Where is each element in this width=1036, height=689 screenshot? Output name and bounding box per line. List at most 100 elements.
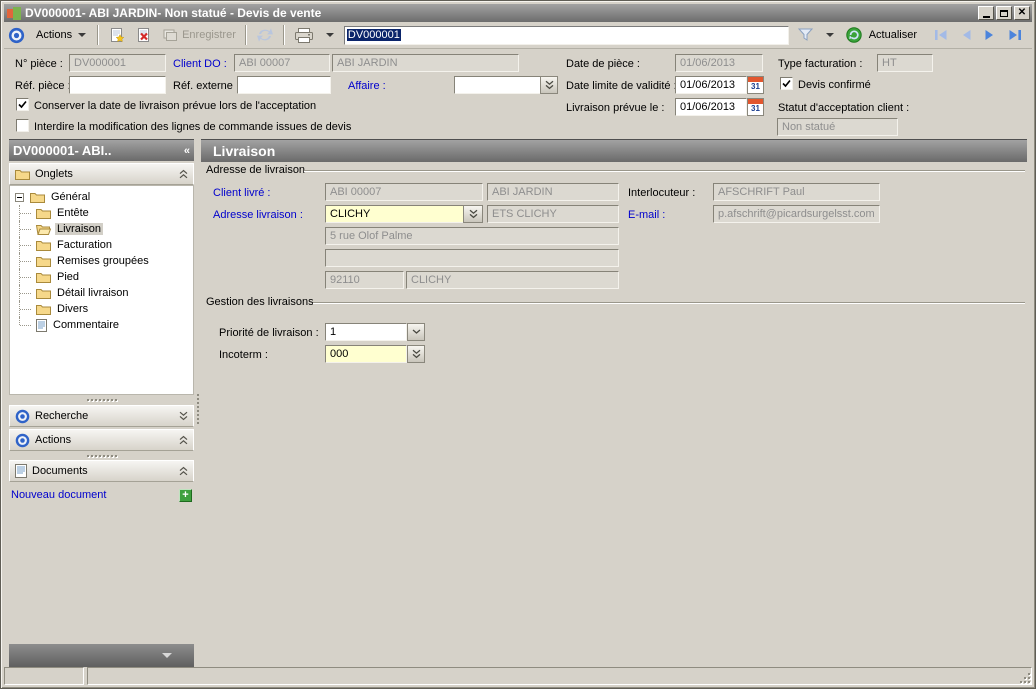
folder-icon (36, 287, 51, 299)
add-document-button[interactable]: + (179, 489, 192, 502)
print-options-button[interactable] (319, 26, 341, 44)
sidebar-collapsed-bar[interactable] (9, 644, 194, 667)
devis-confirme-checkbox[interactable] (780, 77, 793, 90)
ref-piece-label: Réf. pièce : (15, 80, 71, 92)
close-button[interactable]: ✕ (1014, 6, 1030, 20)
incoterm-lookup-button[interactable] (407, 345, 425, 363)
first-record-icon (933, 28, 949, 42)
tree-item-divers[interactable]: Divers (12, 301, 191, 317)
sidebar-splitter-handle[interactable] (9, 453, 194, 459)
bullseye-icon (8, 27, 25, 44)
new-document-button[interactable] (103, 24, 130, 46)
panel-actions[interactable]: Actions (9, 429, 194, 451)
livraison-prevue-calendar-button[interactable]: 31 (747, 98, 764, 116)
panel-recherche[interactable]: Recherche (9, 405, 194, 427)
printer-icon (294, 27, 314, 44)
tree-item-label: Divers (55, 303, 90, 315)
ref-piece-field[interactable] (69, 76, 166, 94)
panel-documents-label: Documents (32, 465, 88, 477)
affaire-lookup-button[interactable] (540, 76, 558, 94)
folder-icon (15, 168, 30, 180)
priorite-label: Priorité de livraison : (219, 327, 319, 339)
section-divider (304, 170, 1025, 172)
panel-onglets[interactable]: Onglets (9, 163, 194, 185)
panel-documents[interactable]: Documents (9, 460, 194, 482)
tree-item-pied[interactable]: Pied (12, 269, 191, 285)
client-do-label: Client DO : (173, 58, 227, 70)
sidebar-header-title: DV000001- ABI.. (13, 143, 112, 158)
panel-actions-label: Actions (35, 434, 71, 446)
conserver-date-label: Conserver la date de livraison prévue lo… (34, 100, 316, 112)
delivery-section-title: Gestion des livraisons (206, 296, 314, 308)
tree-item-general[interactable]: Général (12, 189, 191, 205)
affaire-field[interactable] (454, 76, 541, 94)
priorite-dropdown-button[interactable] (407, 323, 425, 341)
minimize-button[interactable] (978, 6, 994, 20)
tree-item-label: Pied (55, 271, 81, 283)
delete-document-button[interactable] (130, 24, 157, 46)
type-facturation-field: HT (877, 54, 933, 72)
resize-grip[interactable] (1018, 671, 1030, 683)
tree-item-commentaire[interactable]: Commentaire (12, 317, 191, 333)
window-title: DV000001- ABI JARDIN- Non statué - Devis… (25, 6, 976, 20)
address-section-title: Adresse de livraison (206, 164, 305, 176)
print-button[interactable] (289, 24, 319, 47)
main-panel: Livraison Adresse de livraison Client li… (201, 139, 1027, 667)
tree-item-label-selected: Livraison (55, 223, 103, 235)
date-piece-label: Date de pièce : (566, 58, 640, 70)
conserver-date-checkbox[interactable] (16, 98, 29, 111)
livraison-prevue-label: Livraison prévue le : (566, 102, 664, 114)
tree-item-remises-groupees[interactable]: Remises groupées (12, 253, 191, 269)
num-piece-field: DV000001 (69, 54, 166, 72)
delete-page-icon (135, 27, 152, 43)
calendar-icon-text: 31 (751, 82, 760, 92)
filter-button[interactable] (792, 24, 819, 46)
date-limite-calendar-button[interactable]: 31 (747, 76, 764, 94)
statut-acceptation-field: Non statué (777, 118, 898, 136)
vertical-splitter-handle[interactable] (197, 394, 200, 424)
maximize-button[interactable] (996, 6, 1012, 20)
previous-record-button[interactable] (954, 25, 978, 45)
actions-menu-button[interactable]: Actions (31, 26, 93, 44)
tree-item-facturation[interactable]: Facturation (12, 237, 191, 253)
tree-item-label: Commentaire (51, 319, 121, 331)
bullseye-icon (15, 409, 30, 424)
tree-item-label: Détail livraison (55, 287, 131, 299)
adresse-livraison-lookup-button[interactable] (463, 205, 483, 223)
adresse-livraison-combo[interactable]: CLICHY (325, 205, 464, 223)
client-do-name-field: ABI JARDIN (332, 54, 519, 72)
section-divider (313, 302, 1025, 304)
toolbar-separator (97, 25, 99, 45)
main-panel-title: Livraison (213, 143, 275, 159)
address-line1-field: 5 rue Olof Palme (325, 227, 619, 245)
maximize-icon (1000, 10, 1008, 17)
tree-item-detail-livraison[interactable]: Détail livraison (12, 285, 191, 301)
livraison-prevue-field[interactable]: 01/06/2013 (675, 98, 747, 116)
onglets-tree: Général Entête Livraison Facturation Rem… (9, 185, 194, 395)
tree-item-livraison[interactable]: Livraison (12, 221, 191, 237)
priorite-combo[interactable]: 1 (325, 323, 407, 341)
ref-externe-field[interactable] (237, 76, 331, 94)
save-button-label: Enregistrer (182, 29, 236, 41)
document-icon (15, 464, 27, 478)
date-limite-field[interactable]: 01/06/2013 (675, 76, 747, 94)
filter-options-button[interactable] (819, 26, 841, 44)
scroll-down-icon (162, 653, 172, 663)
next-record-button[interactable] (978, 25, 1002, 45)
first-record-button[interactable] (928, 25, 954, 45)
document-ref-input[interactable]: DV000001 (344, 26, 789, 45)
sidebar-splitter-handle[interactable] (9, 397, 194, 403)
refresh-arrows-button[interactable] (251, 24, 279, 46)
save-button[interactable]: Enregistrer (157, 25, 241, 46)
new-document-link[interactable]: Nouveau document (11, 489, 106, 501)
ref-externe-label: Réf. externe : (173, 80, 239, 92)
tree-item-entete[interactable]: Entête (12, 205, 191, 221)
next-record-icon (983, 28, 997, 42)
incoterm-combo[interactable]: 000 (325, 345, 407, 363)
document-ref-selected-text: DV000001 (347, 29, 401, 41)
last-record-button[interactable] (1002, 25, 1028, 45)
sidebar-collapse-icon[interactable]: « (184, 145, 190, 157)
tree-collapse-box-icon[interactable] (15, 193, 24, 202)
actualiser-button[interactable]: Actualiser (841, 24, 928, 46)
interdire-modification-checkbox[interactable] (16, 119, 29, 132)
